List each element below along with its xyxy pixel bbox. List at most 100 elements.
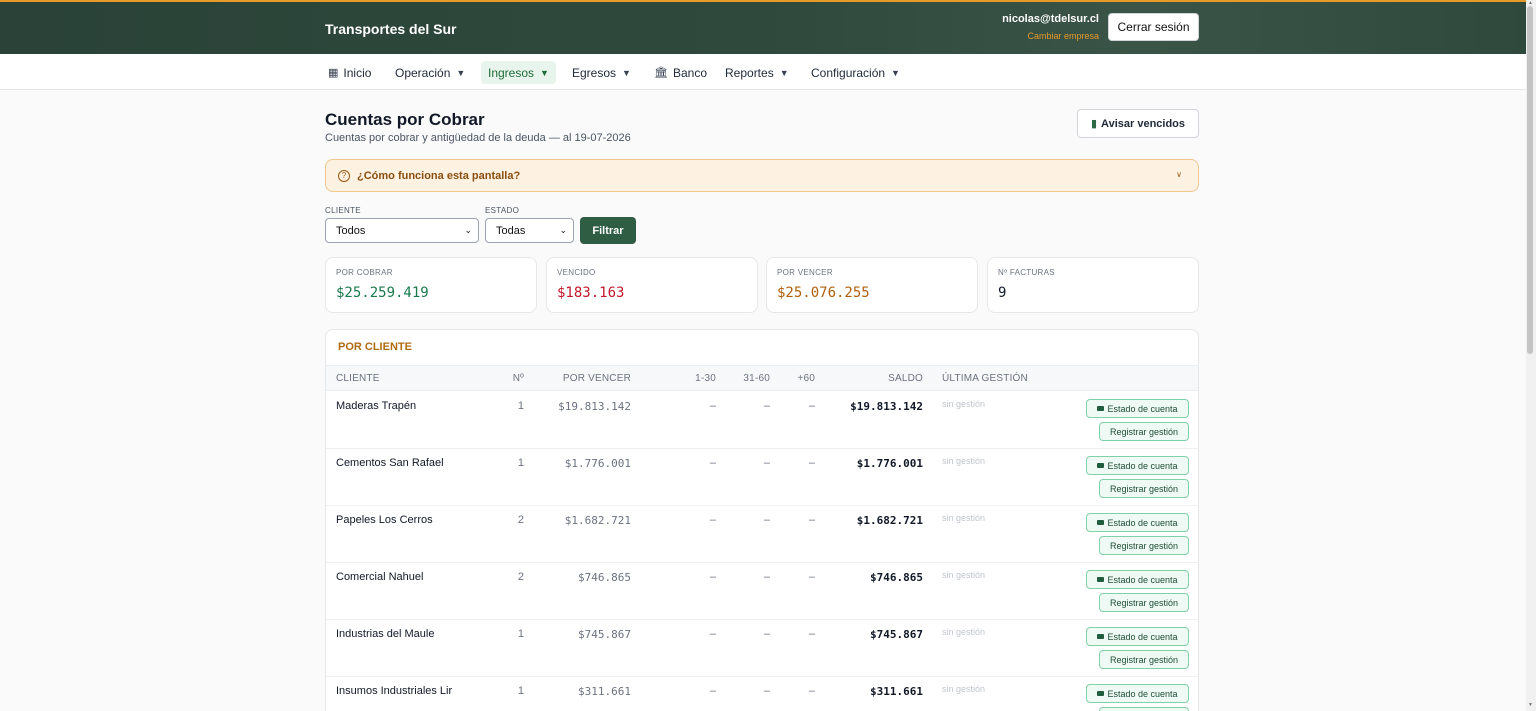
registrar-gestion-button[interactable]: Registrar gestión xyxy=(1099,650,1189,669)
cell-60-plus: – xyxy=(808,571,815,583)
kpi-label: POR VENCER xyxy=(777,268,833,277)
logout-button[interactable]: Cerrar sesión xyxy=(1108,13,1199,41)
registrar-gestion-button[interactable]: Registrar gestión xyxy=(1099,479,1189,498)
nav-label: Egresos xyxy=(572,65,617,80)
cell-cliente: Insumos Industriales Lir xyxy=(336,685,453,697)
estado-de-cuenta-label: Estado de cuenta xyxy=(1107,688,1178,699)
nav-label: Operación xyxy=(395,65,451,80)
col-por-vencer: POR VENCER xyxy=(562,373,631,384)
kpi-value: $183.163 xyxy=(557,285,625,301)
card-title: POR CLIENTE xyxy=(338,341,412,353)
estado-de-cuenta-button[interactable]: Estado de cuenta xyxy=(1086,570,1189,589)
cell-1-30: – xyxy=(709,685,716,697)
nav-operacion[interactable]: Operación ▼ xyxy=(391,61,469,84)
table-row: Cementos San Rafael 1 $1.776.001 – – – $… xyxy=(326,449,1198,506)
nav-inicio[interactable]: ▦ Inicio xyxy=(324,61,375,84)
question-icon: ? xyxy=(338,169,350,182)
cliente-select-value: Todos xyxy=(336,224,366,237)
scroll-down-arrow-icon[interactable]: ▼ xyxy=(1528,702,1533,708)
col-n: Nº xyxy=(512,373,524,384)
cell-ultima-gestion: sin gestión xyxy=(942,627,986,637)
cell-cliente: Comercial Nahuel xyxy=(336,571,424,583)
registrar-gestion-button[interactable]: Registrar gestión xyxy=(1099,593,1189,612)
kpi-vencido: VENCIDO $183.163 xyxy=(546,257,758,313)
chevron-down-icon: ▼ xyxy=(540,67,549,78)
cell-1-30: – xyxy=(709,628,716,640)
chevron-down-icon: ▼ xyxy=(456,67,466,78)
cell-1-30: – xyxy=(709,457,716,469)
registrar-gestion-button[interactable]: Registrar gestión xyxy=(1099,422,1189,441)
cell-cliente: Maderas Trapén xyxy=(336,400,417,412)
cell-cliente: Industrias del Maule xyxy=(336,628,435,640)
cell-60-plus: – xyxy=(808,685,815,697)
user-email: nicolas@tdelsur.cl xyxy=(1002,13,1099,25)
scrollbar-thumb[interactable] xyxy=(1527,6,1533,354)
cell-saldo: $1.682.721 xyxy=(856,514,923,527)
estado-de-cuenta-button[interactable]: Estado de cuenta xyxy=(1086,627,1189,646)
cell-por-vencer: $1.682.721 xyxy=(564,514,631,527)
estado-de-cuenta-label: Estado de cuenta xyxy=(1107,460,1178,471)
cell-cliente: Cementos San Rafael xyxy=(336,457,444,469)
cell-saldo: $745.867 xyxy=(870,628,923,641)
estado-de-cuenta-button[interactable]: Estado de cuenta xyxy=(1086,399,1189,418)
kpi-por-vencer: POR VENCER $25.076.255 xyxy=(766,257,978,313)
kpi-num-facturas: Nº FACTURAS 9 xyxy=(987,257,1199,313)
cell-ultima-gestion: sin gestión xyxy=(942,684,986,694)
estado-de-cuenta-button[interactable]: Estado de cuenta xyxy=(1086,513,1189,532)
chevron-down-icon: ▼ xyxy=(891,67,900,78)
account-icon xyxy=(1097,634,1105,639)
chevron-down-icon: ▼ xyxy=(622,67,631,78)
col-60-plus: +60 xyxy=(797,373,815,384)
filter-button[interactable]: Filtrar xyxy=(580,217,636,244)
estado-de-cuenta-label: Estado de cuenta xyxy=(1107,574,1178,585)
grid-icon: ▦ xyxy=(328,67,339,79)
nav-reportes[interactable]: Reportes ▼ xyxy=(721,61,793,84)
help-panel[interactable]: ? ¿Cómo funciona esta pantalla? ∨ xyxy=(325,159,1199,192)
nav-label: Banco xyxy=(672,65,707,80)
account-icon xyxy=(1097,577,1105,582)
scroll-up-arrow-icon[interactable]: ▲ xyxy=(1528,0,1533,6)
help-text: ¿Cómo funciona esta pantalla? xyxy=(357,169,521,182)
cell-ultima-gestion: sin gestión xyxy=(942,399,986,409)
cell-saldo: $1.776.001 xyxy=(856,457,923,470)
cell-ultima-gestion: sin gestión xyxy=(942,456,986,466)
nav-ingresos[interactable]: Ingresos ▼ xyxy=(481,61,556,84)
cell-31-60: – xyxy=(763,400,770,412)
estado-de-cuenta-label: Estado de cuenta xyxy=(1107,517,1178,528)
cell-n: 1 xyxy=(517,400,524,412)
nav-configuracion[interactable]: Configuración ▼ xyxy=(807,61,904,84)
estado-de-cuenta-button[interactable]: Estado de cuenta xyxy=(1086,684,1189,703)
estado-select[interactable]: Todas ⌄ xyxy=(485,218,574,243)
notebook-icon: ▮ xyxy=(1090,118,1098,130)
main-nav: ▦ Inicio Operación ▼ Ingresos ▼ Egresos … xyxy=(0,54,1526,90)
switch-company-link[interactable]: Cambiar empresa xyxy=(1027,31,1099,41)
registrar-gestion-button[interactable]: Registrar gestión xyxy=(1099,707,1189,711)
cell-n: 2 xyxy=(517,571,524,583)
cell-n: 2 xyxy=(517,514,524,526)
cell-por-vencer: $1.776.001 xyxy=(564,457,631,470)
nav-egresos[interactable]: Egresos ▼ xyxy=(568,61,635,84)
bank-icon: 🏛 xyxy=(654,67,668,79)
table-row: Comercial Nahuel 2 $746.865 – – – $746.8… xyxy=(326,563,1198,620)
cell-saldo: $19.813.142 xyxy=(850,400,923,413)
kpi-value: 9 xyxy=(998,285,1007,301)
cell-60-plus: – xyxy=(808,628,815,640)
cell-31-60: – xyxy=(763,628,770,640)
cell-ultima-gestion: sin gestión xyxy=(942,570,986,580)
table-row: Insumos Industriales Lir 1 $311.661 – – … xyxy=(326,677,1198,711)
kpi-label: POR COBRAR xyxy=(336,268,393,277)
chevron-down-icon: ▼ xyxy=(779,67,789,78)
chevron-down-icon: ⌄ xyxy=(559,225,567,235)
kpi-label: VENCIDO xyxy=(557,268,596,277)
col-31-60: 31-60 xyxy=(743,373,770,384)
col-saldo: SALDO xyxy=(888,373,923,384)
account-icon xyxy=(1097,520,1105,525)
nav-label: Reportes xyxy=(725,65,774,80)
estado-de-cuenta-button[interactable]: Estado de cuenta xyxy=(1086,456,1189,475)
registrar-gestion-button[interactable]: Registrar gestión xyxy=(1099,536,1189,555)
notify-overdue-button[interactable]: ▮ Avisar vencidos xyxy=(1077,109,1199,138)
notify-label: Avisar vencidos xyxy=(1101,117,1186,130)
cell-por-vencer: $746.865 xyxy=(578,571,631,584)
cliente-select[interactable]: Todos ⌄ xyxy=(325,218,479,243)
nav-banco[interactable]: 🏛 Banco xyxy=(650,61,711,84)
